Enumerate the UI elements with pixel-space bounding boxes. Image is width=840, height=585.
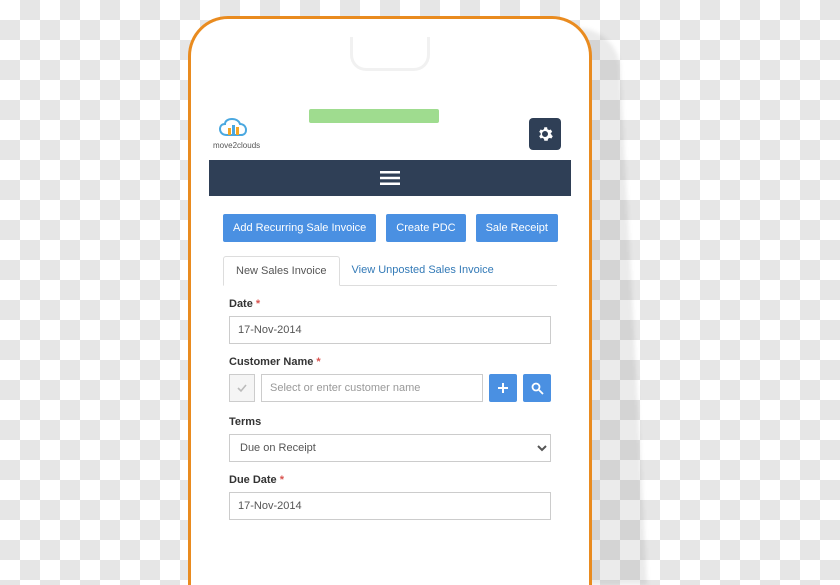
tab-bar: New Sales Invoice View Unposted Sales In… <box>223 256 557 286</box>
check-icon <box>237 383 247 393</box>
phone-frame: move2clouds Add Recurring Sale Invoice C… <box>188 16 592 585</box>
customer-label: Customer Name * <box>229 356 551 368</box>
terms-label: Terms <box>229 416 551 428</box>
action-buttons: Add Recurring Sale Invoice Create PDC Sa… <box>223 214 557 242</box>
gear-icon <box>537 126 553 142</box>
brand-logo: move2clouds <box>213 117 260 150</box>
app-screen: move2clouds Add Recurring Sale Invoice C… <box>209 109 571 585</box>
required-mark: * <box>316 356 320 368</box>
customer-checkbox[interactable] <box>229 374 255 402</box>
due-date-field[interactable] <box>229 492 551 520</box>
phone-notch <box>350 37 430 71</box>
tab-new-invoice[interactable]: New Sales Invoice <box>223 256 340 286</box>
required-mark: * <box>256 298 260 310</box>
customer-field[interactable]: Select or enter customer name <box>261 374 483 402</box>
date-label: Date * <box>229 298 551 310</box>
plus-icon <box>497 382 509 394</box>
create-pdc-button[interactable]: Create PDC <box>386 214 465 242</box>
due-date-label: Due Date * <box>229 474 551 486</box>
content-area: Add Recurring Sale Invoice Create PDC Sa… <box>209 196 571 532</box>
add-recurring-button[interactable]: Add Recurring Sale Invoice <box>223 214 376 242</box>
settings-button[interactable] <box>529 118 561 150</box>
hamburger-icon <box>380 170 400 186</box>
cloud-icon <box>218 117 256 141</box>
terms-select[interactable]: Due on Receipt <box>229 434 551 462</box>
brand-name: move2clouds <box>213 141 260 150</box>
tab-unposted-invoice[interactable]: View Unposted Sales Invoice <box>340 256 506 285</box>
search-customer-button[interactable] <box>523 374 551 402</box>
invoice-form: Date * Customer Name * Select or enter c… <box>223 298 557 532</box>
search-icon <box>531 382 544 395</box>
notification-bar <box>309 109 439 123</box>
date-field[interactable] <box>229 316 551 344</box>
customer-row: Select or enter customer name <box>229 374 551 402</box>
required-mark: * <box>280 474 284 486</box>
add-customer-button[interactable] <box>489 374 517 402</box>
sale-receipt-button[interactable]: Sale Receipt <box>476 214 558 242</box>
main-nav[interactable] <box>209 160 571 196</box>
